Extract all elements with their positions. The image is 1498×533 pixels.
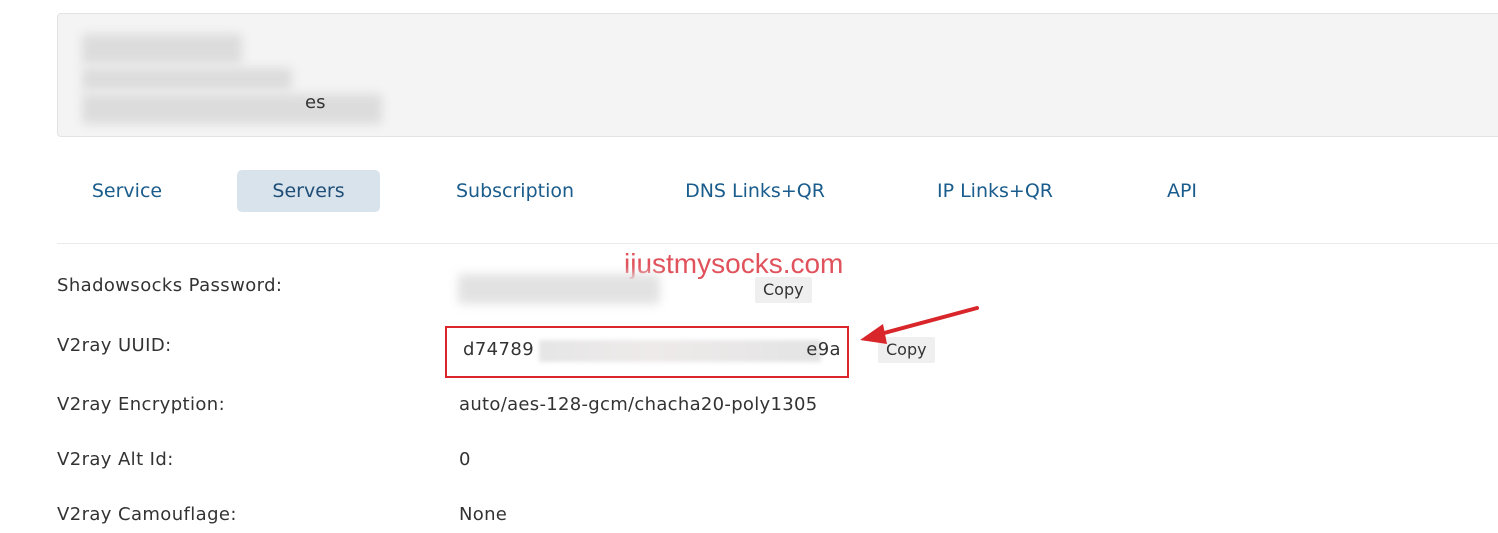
v2ray-encryption-label: V2ray Encryption: <box>57 394 226 415</box>
tab-service[interactable]: Service <box>57 170 197 212</box>
redacted-uuid-middle <box>539 340 821 362</box>
redacted-account-details <box>82 68 292 90</box>
account-header-panel: es <box>57 13 1498 137</box>
v2ray-alt-id-value: 0 <box>459 449 471 470</box>
tabs-divider <box>57 243 1498 244</box>
v2ray-encryption-value: auto/aes-128-gcm/chacha20-poly1305 <box>459 394 818 415</box>
v2ray-camouflage-value: None <box>459 504 508 525</box>
tab-dns-links-qr[interactable]: DNS Links+QR <box>669 170 841 212</box>
redacted-shadowsocks-password <box>458 274 660 304</box>
red-arrow-icon <box>860 306 979 344</box>
tab-bar: Service Servers Subscription DNS Links+Q… <box>57 170 1498 212</box>
v2ray-uuid-value-end: e9a <box>806 339 841 360</box>
tab-servers[interactable]: Servers <box>237 170 380 212</box>
v2ray-camouflage-label: V2ray Camouflage: <box>57 504 237 525</box>
copy-password-button[interactable]: Copy <box>755 277 812 303</box>
redacted-account-meta <box>82 94 382 124</box>
v2ray-uuid-value-start: d74789 <box>463 339 535 360</box>
servers-page: es Service Servers Subscription DNS Link… <box>0 0 1498 533</box>
redacted-account-name <box>82 34 242 64</box>
tab-ip-links-qr[interactable]: IP Links+QR <box>920 170 1070 212</box>
v2ray-uuid-label: V2ray UUID: <box>57 335 172 356</box>
header-suffix-text: es <box>305 92 326 113</box>
v2ray-uuid-highlight-box[interactable]: d74789 e9a <box>445 326 849 378</box>
v2ray-alt-id-label: V2ray Alt Id: <box>57 449 174 470</box>
tab-api[interactable]: API <box>1152 170 1212 212</box>
shadowsocks-password-label: Shadowsocks Password: <box>57 275 283 296</box>
tab-subscription[interactable]: Subscription <box>435 170 595 212</box>
